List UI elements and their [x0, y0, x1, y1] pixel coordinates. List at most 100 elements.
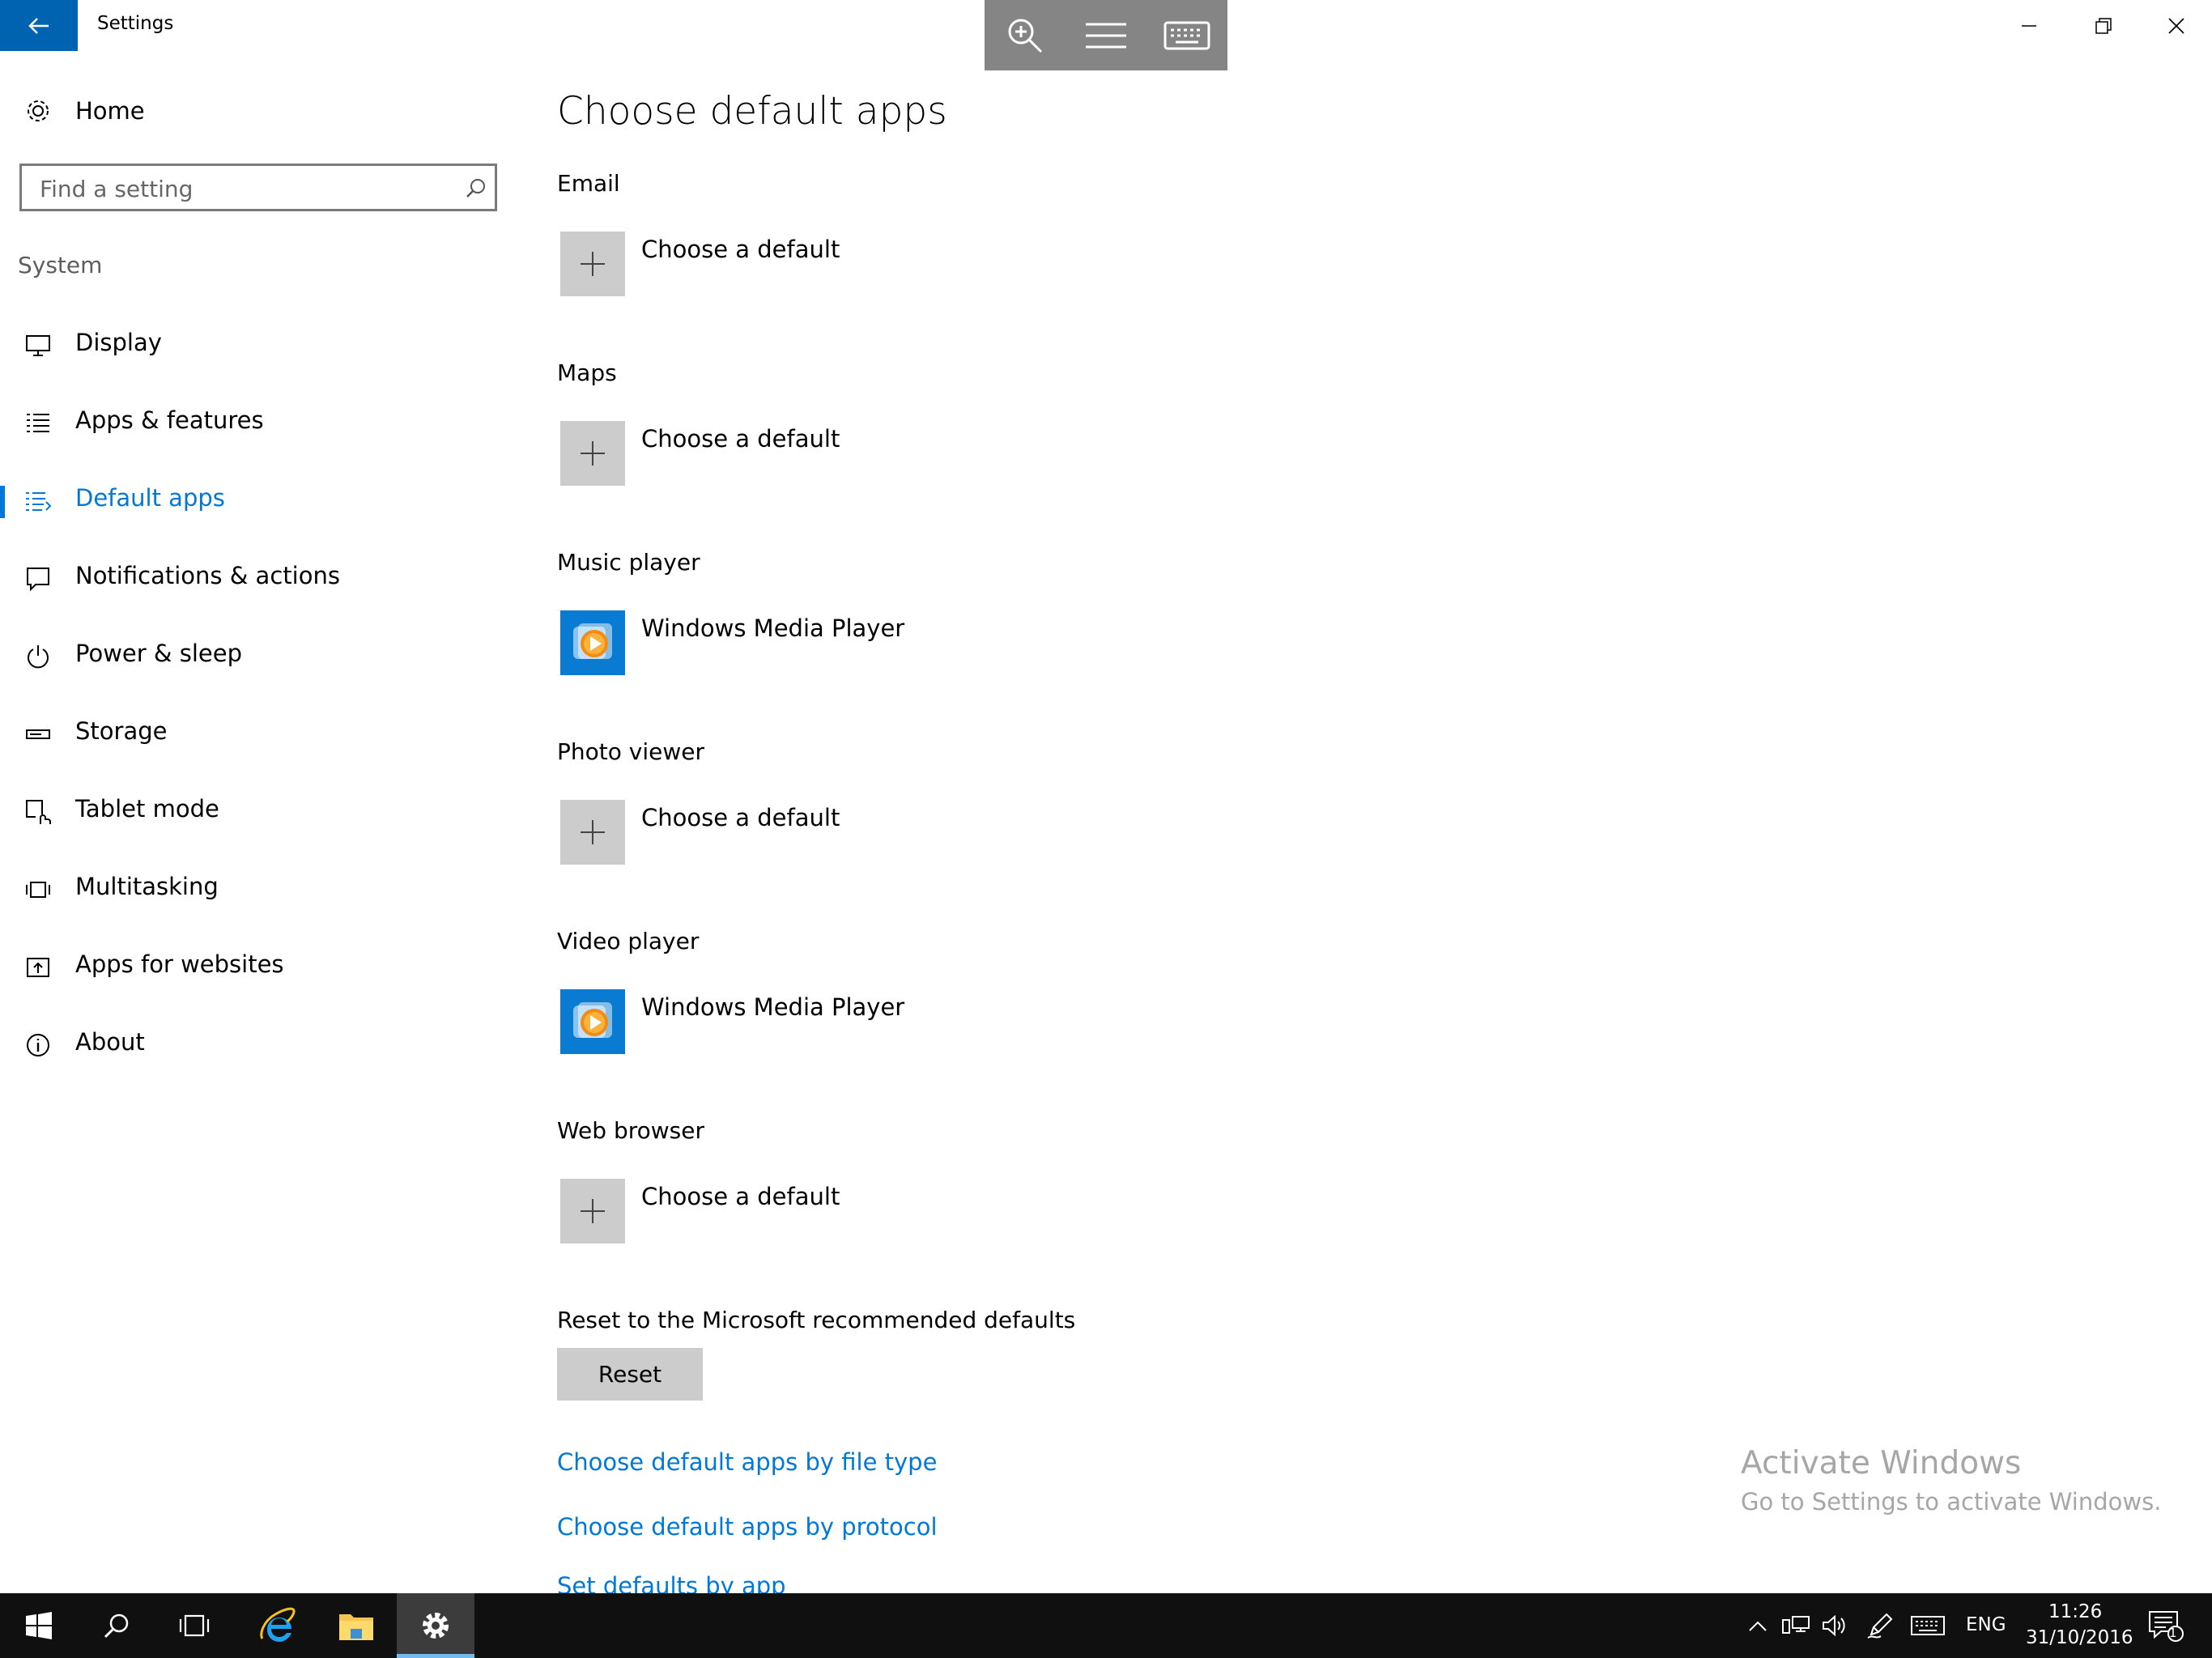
internet-explorer-button[interactable] [238, 1593, 316, 1658]
overlay-toolbar [985, 0, 1227, 70]
default-apps-icon [24, 487, 52, 515]
file-explorer-button[interactable] [317, 1593, 395, 1658]
plus-icon [581, 820, 605, 844]
pen-workspace-button[interactable] [1862, 1593, 1898, 1658]
keyboard-icon [1163, 21, 1210, 49]
link-clip: Set defaults by app [557, 1572, 1043, 1593]
maps-default-tile[interactable] [560, 421, 625, 486]
search-icon [104, 1613, 129, 1639]
search-icon [466, 179, 485, 198]
sidebar-item-tablet-mode[interactable]: Tablet mode [0, 779, 518, 844]
action-center-button[interactable]: 1 [2138, 1593, 2194, 1658]
storage-icon [24, 721, 52, 748]
minimize-button[interactable] [1993, 0, 2065, 51]
touch-keyboard-button[interactable] [1908, 1593, 1948, 1658]
menu-icon [1086, 23, 1126, 48]
plus-icon [581, 1199, 605, 1223]
sidebar-item-label: Display [75, 329, 162, 356]
chevron-up-icon [1749, 1621, 1767, 1631]
web-browser-label[interactable]: Choose a default [641, 1183, 840, 1210]
network-icon [1782, 1616, 1810, 1634]
sidebar-item-storage[interactable]: Storage [0, 701, 518, 766]
group-label-video-player: Video player [557, 928, 700, 954]
activation-watermark-title: Activate Windows [1741, 1445, 2022, 1482]
show-hidden-icons-button[interactable] [1744, 1593, 1772, 1658]
action-center-icon [2149, 1611, 2184, 1642]
group-label-maps: Maps [557, 359, 617, 386]
close-button[interactable] [2140, 0, 2212, 51]
tablet-mode-icon [24, 798, 52, 826]
sidebar-item-label: About [75, 1028, 145, 1056]
clock-time[interactable]: 11:26 [2048, 1601, 2102, 1622]
sidebar-item-label: Multitasking [75, 873, 219, 900]
back-button[interactable] [0, 0, 78, 51]
home-nav-item[interactable]: Home [18, 91, 504, 130]
maps-default-label[interactable]: Choose a default [641, 425, 840, 453]
home-label: Home [75, 97, 145, 125]
video-player-tile[interactable] [560, 989, 625, 1054]
magnifier-button[interactable] [989, 0, 1061, 70]
sidebar-item-label: Default apps [75, 484, 225, 512]
volume-icon [1823, 1614, 1845, 1637]
search-button[interactable] [78, 1593, 155, 1658]
page-title: Choose default apps [557, 89, 947, 134]
email-default-label[interactable]: Choose a default [641, 236, 840, 263]
search-placeholder: Find a setting [40, 176, 194, 202]
group-label-photo-viewer: Photo viewer [557, 738, 704, 765]
video-player-label[interactable]: Windows Media Player [641, 993, 904, 1021]
info-icon [24, 1031, 52, 1059]
close-icon [2168, 17, 2184, 34]
web-browser-tile[interactable] [560, 1179, 625, 1244]
restore-button[interactable] [2067, 0, 2140, 51]
activation-watermark-subtitle: Go to Settings to activate Windows. [1741, 1488, 2162, 1516]
windows-media-player-icon [573, 1002, 612, 1038]
music-player-label[interactable]: Windows Media Player [641, 614, 904, 642]
reset-description: Reset to the Microsoft recommended defau… [557, 1307, 1076, 1333]
sidebar-item-apps-for-websites[interactable]: Apps for websites [0, 934, 518, 999]
sidebar-item-default-apps[interactable]: Default apps [0, 468, 518, 533]
sidebar-item-display[interactable]: Display [0, 312, 518, 377]
sidebar-item-label: Storage [75, 717, 168, 745]
file-explorer-icon [339, 1614, 373, 1640]
language-indicator[interactable]: ENG [1966, 1614, 2006, 1635]
apps-for-websites-icon [24, 954, 52, 981]
network-tray-button[interactable] [1778, 1593, 1814, 1658]
link-set-defaults-by-app[interactable]: Set defaults by app [557, 1572, 786, 1593]
multitasking-icon [24, 876, 52, 903]
email-default-tile[interactable] [560, 232, 625, 296]
sidebar-item-label: Notifications & actions [75, 562, 340, 589]
sidebar-item-notifications[interactable]: Notifications & actions [0, 546, 518, 610]
sidebar-item-about[interactable]: About [0, 1012, 518, 1077]
group-label-email: Email [557, 170, 620, 197]
volume-tray-button[interactable] [1819, 1593, 1851, 1658]
group-label-web-browser: Web browser [557, 1117, 704, 1144]
back-arrow-icon [28, 17, 49, 34]
settings-taskbar-button[interactable] [397, 1593, 474, 1658]
start-button[interactable] [0, 1593, 78, 1658]
list-icon [24, 410, 52, 437]
sidebar-item-label: Apps for websites [75, 950, 284, 978]
clock-date[interactable]: 31/10/2016 [2026, 1627, 2133, 1648]
restore-icon [2095, 17, 2112, 34]
link-default-apps-by-file-type[interactable]: Choose default apps by file type [557, 1448, 937, 1476]
taskbar: ENG 11:26 31/10/2016 1 [0, 1593, 2212, 1658]
settings-icon [423, 1613, 449, 1639]
photo-viewer-tile[interactable] [560, 800, 625, 865]
minimize-icon [2022, 24, 2036, 27]
search-input[interactable]: Find a setting [19, 164, 497, 211]
windows-media-player-icon [573, 623, 612, 659]
sidebar-item-multitasking[interactable]: Multitasking [0, 857, 518, 921]
reset-button[interactable]: Reset [557, 1348, 703, 1401]
keyboard-button[interactable] [1151, 0, 1223, 70]
task-view-button[interactable] [155, 1593, 233, 1658]
sidebar-item-apps-features[interactable]: Apps & features [0, 390, 518, 455]
menu-button[interactable] [1070, 0, 1142, 70]
sidebar-item-power-sleep[interactable]: Power & sleep [0, 623, 518, 688]
music-player-tile[interactable] [560, 610, 625, 675]
sidebar-item-label: Apps & features [75, 406, 264, 434]
link-default-apps-by-protocol[interactable]: Choose default apps by protocol [557, 1513, 938, 1541]
photo-viewer-label[interactable]: Choose a default [641, 804, 840, 831]
power-icon [24, 643, 52, 670]
internet-explorer-icon [260, 1607, 296, 1642]
magnifier-icon [1008, 19, 1043, 53]
